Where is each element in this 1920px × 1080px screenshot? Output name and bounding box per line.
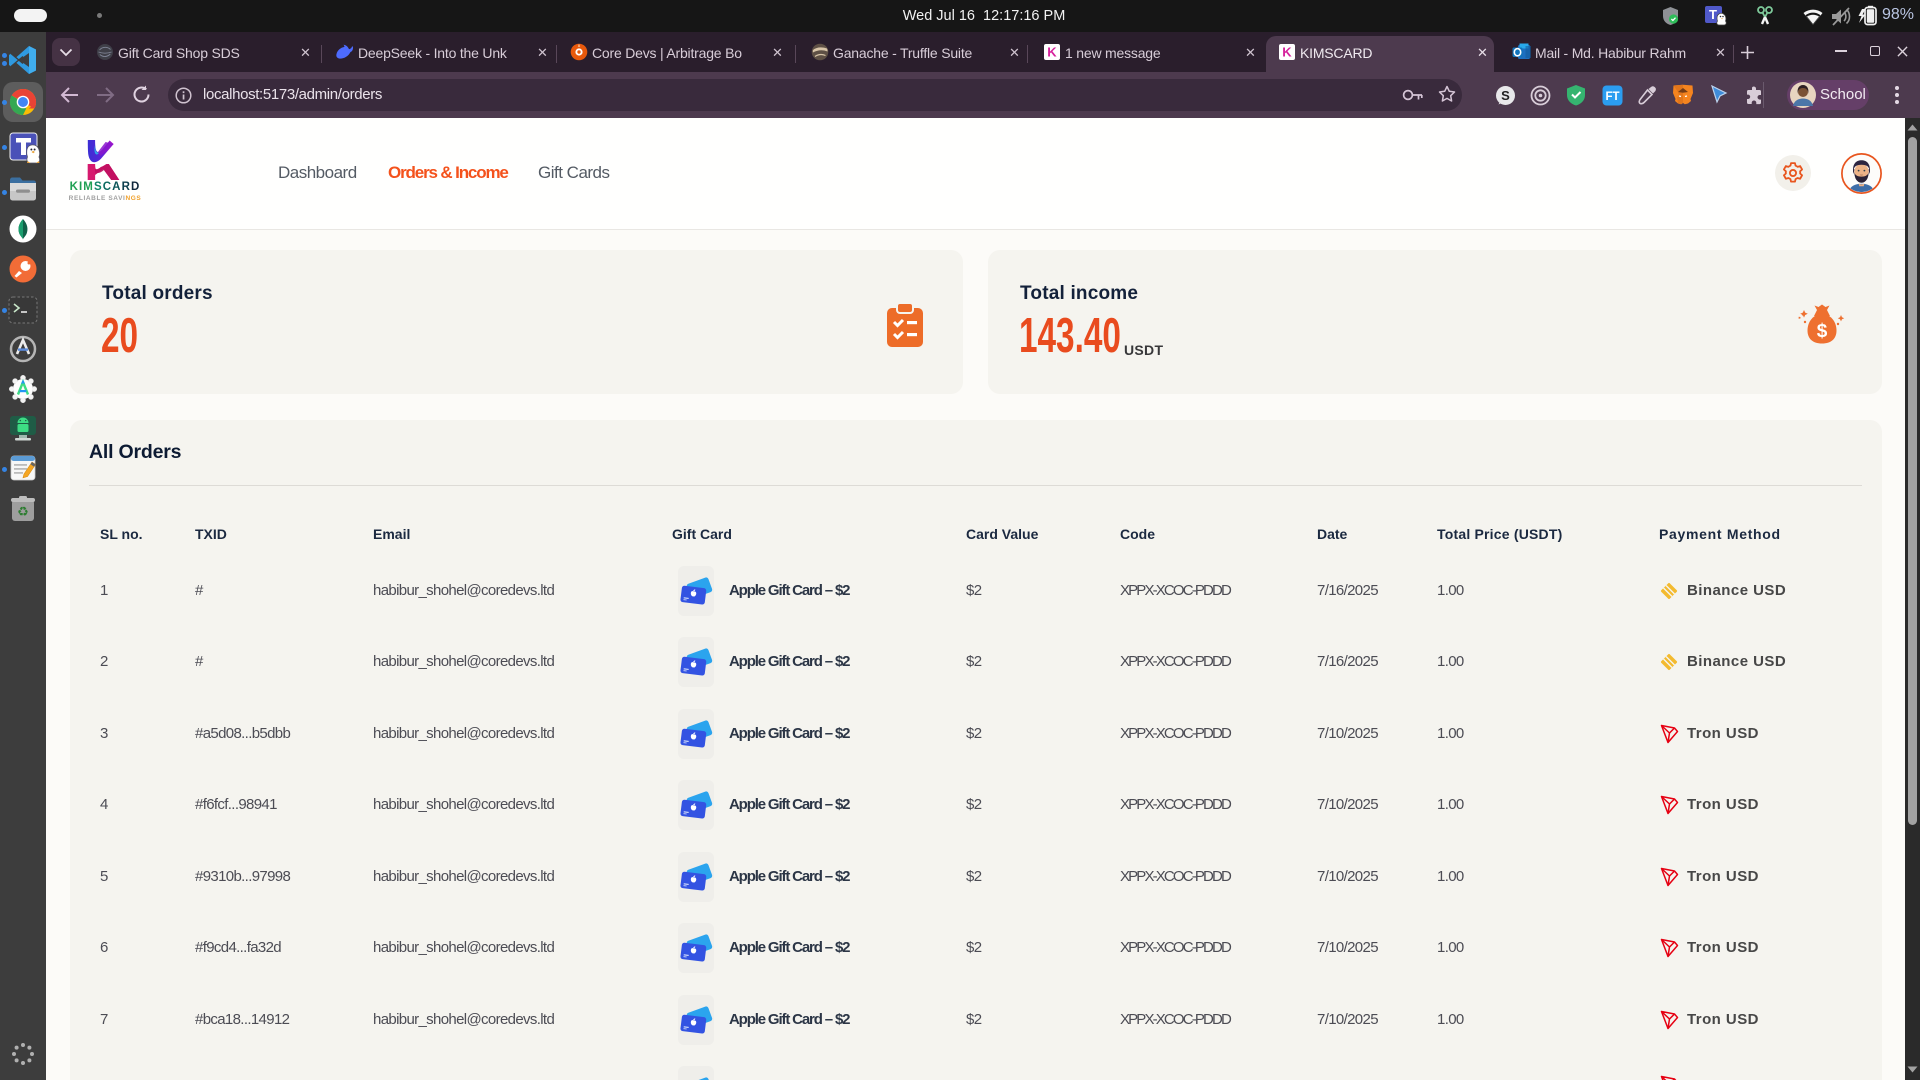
svg-text:K: K [1282, 45, 1292, 60]
svg-text:K: K [1047, 45, 1057, 60]
svg-text:$: $ [1817, 321, 1828, 342]
svg-text:S: S [1501, 88, 1510, 103]
svg-text:♻: ♻ [17, 504, 29, 519]
svg-text:FT: FT [1605, 91, 1619, 103]
svg-text:T: T [1709, 7, 1717, 22]
